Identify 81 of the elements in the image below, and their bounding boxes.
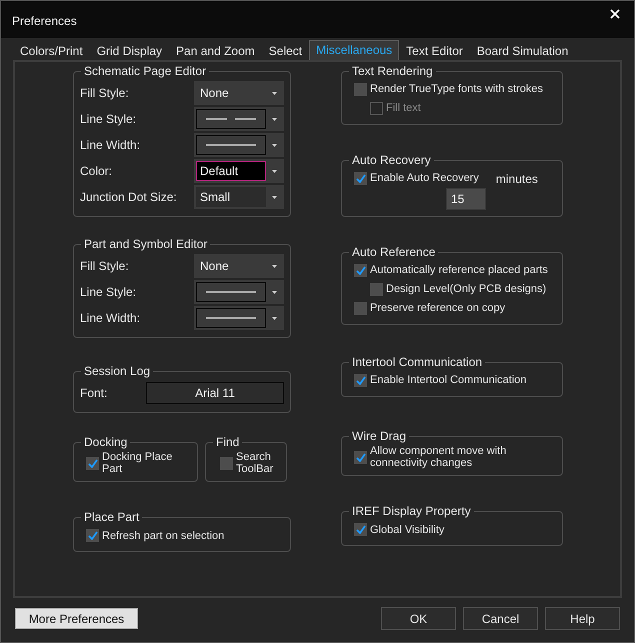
group-title: Place Part xyxy=(83,510,140,524)
dropdown-arrow-icon xyxy=(272,264,277,268)
dropdown[interactable]: Default xyxy=(194,159,284,183)
checkbox-box xyxy=(354,450,367,464)
minutes-field[interactable]: 15 xyxy=(446,188,486,210)
tab[interactable]: Colors/Print xyxy=(13,41,90,60)
checkbox-box xyxy=(354,374,367,387)
group-title: Docking xyxy=(83,435,128,449)
close-button[interactable] xyxy=(608,6,622,20)
unit-label: minutes xyxy=(496,172,538,186)
checkbox[interactable]: Preserve reference on copy xyxy=(354,299,556,318)
group-title: Wire Drag xyxy=(351,429,408,443)
checkbox-box xyxy=(86,529,99,542)
dropdown-arrow-icon xyxy=(272,290,277,294)
field-label: Line Style: xyxy=(80,112,136,126)
line-style-dropdown[interactable] xyxy=(194,280,284,304)
group-title: Intertool Communication xyxy=(351,355,484,369)
tab[interactable]: Text Editor xyxy=(399,41,470,60)
group-title: Schematic Page Editor xyxy=(83,64,208,78)
line-sample-icon xyxy=(206,117,256,121)
dropdown-arrow-icon xyxy=(272,196,277,198)
dialog-button[interactable]: Help xyxy=(545,607,620,630)
line-sample-icon xyxy=(206,316,256,320)
group-title: IREF Display Property xyxy=(351,504,472,518)
field-label: Junction Dot Size: xyxy=(80,190,177,204)
field-label: Line Width: xyxy=(80,138,140,152)
checkbox-box xyxy=(370,102,383,115)
line-style-dropdown[interactable] xyxy=(194,133,284,157)
checkbox[interactable]: Allow component move with connectivity changes xyxy=(354,445,524,470)
checkbox-box xyxy=(354,264,367,277)
checkbox[interactable]: Design Level(Only PCB designs) xyxy=(370,280,556,299)
field-label: Line Style: xyxy=(80,285,136,299)
checkbox[interactable]: Enable Intertool Communication xyxy=(354,371,556,390)
tab[interactable]: Miscellaneous xyxy=(309,40,400,60)
close-icon xyxy=(610,8,620,18)
checkbox[interactable]: Docking Place Part xyxy=(86,451,186,476)
window-title: Preferences xyxy=(12,14,77,28)
dropdown-arrow-icon xyxy=(272,144,277,146)
dropdown[interactable]: None xyxy=(194,254,284,278)
checkbox[interactable]: Refresh part on selection xyxy=(86,526,284,546)
group-title: Auto Reference xyxy=(351,245,436,259)
line-sample-icon xyxy=(206,290,256,294)
tab[interactable]: Board Simulation xyxy=(470,41,576,60)
checkbox-box xyxy=(354,83,367,96)
dialog-button[interactable]: Cancel xyxy=(463,607,538,630)
line-style-dropdown[interactable] xyxy=(194,306,284,330)
checkbox[interactable]: Global Visibility xyxy=(354,520,556,540)
group-title: Find xyxy=(215,435,240,449)
field-label: Line Width: xyxy=(80,311,140,325)
checkbox-box xyxy=(86,456,99,470)
tab[interactable]: Grid Display xyxy=(90,41,170,60)
field-label: Color: xyxy=(80,164,112,178)
dropdown-arrow-icon xyxy=(272,316,277,320)
dropdown-arrow-icon xyxy=(272,170,277,172)
line-sample-icon xyxy=(206,143,256,147)
more-preferences-button[interactable]: More Preferences xyxy=(15,608,138,629)
dropdown[interactable]: Small xyxy=(194,185,284,209)
group-title: Session Log xyxy=(83,364,152,378)
group-title: Auto Recovery xyxy=(351,153,432,167)
field-label: Fill Style: xyxy=(80,259,129,273)
tab[interactable]: Pan and Zoom xyxy=(169,41,262,60)
field-label: Fill Style: xyxy=(80,86,129,100)
dropdown-arrow-icon xyxy=(272,92,277,94)
tab[interactable]: Select xyxy=(262,41,310,60)
checkbox-box xyxy=(354,302,367,315)
line-style-dropdown[interactable] xyxy=(194,107,284,131)
field-label: Font: xyxy=(80,386,108,400)
checkbox[interactable]: Enable Auto Recovery xyxy=(354,169,479,188)
checkbox-box xyxy=(354,172,367,185)
dropdown-arrow-icon xyxy=(272,118,277,120)
checkbox-box xyxy=(220,456,233,470)
group-title: Text Rendering xyxy=(351,64,434,78)
checkbox[interactable]: Automatically reference placed parts xyxy=(354,261,556,280)
dropdown[interactable]: None xyxy=(194,81,284,105)
checkbox[interactable]: Search ToolBar xyxy=(220,451,282,476)
dialog-button[interactable]: OK xyxy=(381,607,456,630)
checkbox-box xyxy=(354,523,367,536)
group-title: Part and Symbol Editor xyxy=(83,237,208,251)
font-button[interactable]: Arial 11 xyxy=(146,382,284,404)
checkbox[interactable]: Render TrueType fonts with strokes xyxy=(354,80,556,99)
checkbox-box xyxy=(370,283,383,296)
